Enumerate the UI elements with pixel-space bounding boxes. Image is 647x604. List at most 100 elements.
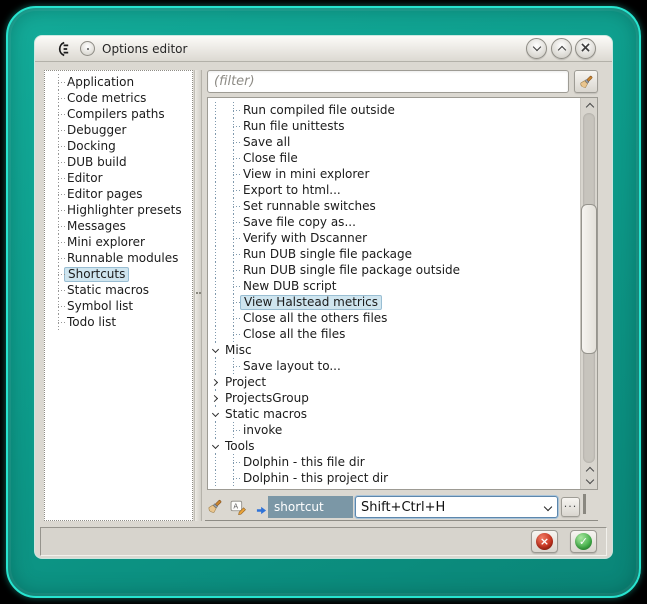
tree-item-verify-with-dscanner[interactable]: Verify with Dscanner	[208, 230, 580, 246]
tree-item-run-dub-single-file-package-outside[interactable]: Run DUB single file package outside	[208, 262, 580, 278]
tree-guide	[233, 430, 242, 431]
tree-item-run-dub-single-file-package[interactable]: Run DUB single file package	[208, 246, 580, 262]
titlebar[interactable]: Options editor ×	[35, 36, 612, 62]
tree-guide	[58, 146, 65, 147]
expand-toggle[interactable]	[209, 409, 222, 419]
scroll-up-button[interactable]	[581, 99, 598, 112]
clear-filter-button[interactable]	[574, 70, 598, 93]
tree-guide	[58, 162, 65, 163]
tree-item-dolphin-this-file-dir[interactable]: Dolphin - this file dir	[208, 454, 580, 470]
expand-toggle[interactable]	[209, 345, 222, 355]
tree-guide	[215, 198, 216, 214]
filter-input[interactable]	[207, 70, 569, 93]
sidebar-item-symbol-list[interactable]: Symbol list	[45, 298, 192, 314]
sidebar-item-editor[interactable]: Editor	[45, 170, 192, 186]
tree-item-run-file-unittests[interactable]: Run file unittests	[208, 118, 580, 134]
accept-button[interactable]: ✓	[570, 530, 597, 553]
tree-item-projectsgroup[interactable]: ProjectsGroup	[208, 390, 580, 406]
tree-guide	[58, 306, 65, 307]
sidebar-item-debugger[interactable]: Debugger	[45, 122, 192, 138]
tree-item-label: Project	[225, 376, 266, 389]
tree-item-label: Run DUB single file package	[243, 248, 412, 261]
tree-item-run-compiled-file-outside[interactable]: Run compiled file outside	[208, 102, 580, 118]
tree-guide	[233, 318, 242, 319]
close-button[interactable]: ×	[575, 38, 596, 59]
tree-guide	[215, 246, 216, 262]
tree-item-export-to-html[interactable]: Export to html...	[208, 182, 580, 198]
sidebar-item-runnable-modules[interactable]: Runnable modules	[45, 250, 192, 266]
tree-item-label: Run DUB single file package outside	[243, 264, 460, 277]
sidebar-item-dub-build[interactable]: DUB build	[45, 154, 192, 170]
tree-item-save-layout-to[interactable]: Save layout to...	[208, 358, 580, 374]
panel-splitter[interactable]	[194, 70, 202, 521]
sidebar-item-messages[interactable]: Messages	[45, 218, 192, 234]
tree-guide	[215, 102, 216, 118]
tree-guide	[215, 118, 216, 134]
sidebar-item-label: Docking	[67, 140, 116, 153]
tree-item-close-all-the-files[interactable]: Close all the files	[208, 326, 580, 342]
shortcut-value-combobox[interactable]: Shift+Ctrl+H	[355, 496, 558, 518]
tree-guide	[58, 258, 65, 259]
expand-toggle[interactable]	[209, 377, 222, 387]
tree-item-static-macros[interactable]: Static macros	[208, 406, 580, 422]
tree-guide	[215, 134, 216, 150]
chevron-down-icon	[212, 345, 219, 352]
clean-shortcut-button[interactable]	[205, 497, 223, 515]
tree-item-view-in-mini-explorer[interactable]: View in mini explorer	[208, 166, 580, 182]
tree-guide	[215, 182, 216, 198]
sidebar-item-mini-explorer[interactable]: Mini explorer	[45, 234, 192, 250]
property-name-cell[interactable]: shortcut	[268, 496, 353, 518]
chevron-down-icon	[212, 409, 219, 416]
scroll-down-button[interactable]	[581, 475, 598, 488]
tree-guide	[233, 478, 242, 479]
sidebar-item-highlighter-presets[interactable]: Highlighter presets	[45, 202, 192, 218]
sidebar-item-todo-list[interactable]: Todo list	[45, 314, 192, 330]
tree-item-project[interactable]: Project	[208, 374, 580, 390]
expand-toggle[interactable]	[209, 441, 222, 451]
tree-item-label: Close all the others files	[243, 312, 387, 325]
tree-item-label: Export to html...	[243, 184, 341, 197]
tree-guide	[233, 190, 242, 191]
tree-item-misc[interactable]: Misc	[208, 342, 580, 358]
sidebar-item-shortcuts[interactable]: Shortcuts	[45, 266, 192, 282]
tree-item-save-file-copy-as[interactable]: Save file copy as...	[208, 214, 580, 230]
sidebar-item-application[interactable]: Application	[45, 74, 192, 90]
tree-item-dolphin-this-project-dir[interactable]: Dolphin - this project dir	[208, 470, 580, 486]
tree-guide	[215, 214, 216, 230]
tree-guide	[233, 462, 242, 463]
app-logo-icon	[56, 41, 72, 57]
tree-guide	[233, 126, 242, 127]
tree-item-label: Dolphin - this project dir	[243, 472, 388, 485]
sidebar-item-static-macros[interactable]: Static macros	[45, 282, 192, 298]
sidebar-item-compilers-paths[interactable]: Compilers paths	[45, 106, 192, 122]
tree-item-tools[interactable]: Tools	[208, 438, 580, 454]
tree-item-view-halstead-metrics[interactable]: View Halstead metrics	[208, 294, 580, 310]
sidebar-item-code-metrics[interactable]: Code metrics	[45, 90, 192, 106]
property-grid-mini-scrollbar[interactable]	[583, 494, 598, 520]
maximize-button[interactable]	[551, 38, 572, 59]
sidebar-item-label: Editor	[67, 172, 103, 185]
tree-item-close-all-the-others-files[interactable]: Close all the others files	[208, 310, 580, 326]
shortcut-editor-more-button[interactable]: ...	[561, 497, 580, 517]
sidebar-item-label: Runnable modules	[67, 252, 178, 265]
tree-item-invoke[interactable]: invoke	[208, 422, 580, 438]
sidebar-item-label: Code metrics	[67, 92, 146, 105]
cancel-button[interactable]: ×	[531, 530, 558, 553]
sidebar-item-label: Messages	[67, 220, 126, 233]
scrollbar-thumb[interactable]	[581, 204, 597, 354]
tree-item-close-file[interactable]: Close file	[208, 150, 580, 166]
tree-item-save-all[interactable]: Save all	[208, 134, 580, 150]
sidebar-item-docking[interactable]: Docking	[45, 138, 192, 154]
tree-scrollbar[interactable]	[580, 98, 597, 489]
sidebar-item-editor-pages[interactable]: Editor pages	[45, 186, 192, 202]
window-menu-button[interactable]	[80, 41, 95, 56]
expand-toggle[interactable]	[209, 393, 222, 403]
tree-guide	[215, 230, 216, 246]
tree-item-new-dub-script[interactable]: New DUB script	[208, 278, 580, 294]
edit-shortcut-button[interactable]: A	[229, 497, 247, 515]
tree-item-label: Run file unittests	[243, 120, 344, 133]
combobox-dropdown-icon[interactable]	[544, 503, 552, 511]
minimize-button[interactable]	[526, 38, 547, 59]
chevron-down-icon[interactable]	[585, 494, 586, 514]
tree-item-set-runnable-switches[interactable]: Set runnable switches	[208, 198, 580, 214]
